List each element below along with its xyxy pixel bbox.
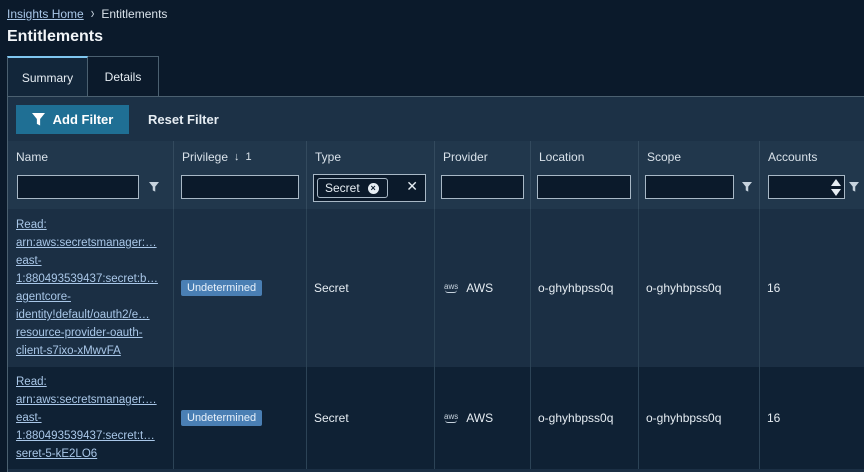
location-value: o-ghyhbpss0q [538,411,614,425]
breadcrumb: Insights Home › Entitlements [7,5,168,23]
chevron-right-icon: › [90,5,95,23]
privilege-badge: Undetermined [181,410,263,426]
tab-summary[interactable]: Summary [7,56,88,97]
funnel-icon[interactable] [742,182,752,192]
circle-x-icon[interactable]: × [367,182,379,194]
provider-filter-input[interactable] [441,175,524,199]
breadcrumb-current: Entitlements [101,7,168,21]
privilege-filter-input[interactable] [181,175,299,199]
provider-value: AWS [466,281,494,295]
privilege-badge: Undetermined [181,280,263,296]
tab-details[interactable]: Details [88,56,159,97]
entitlements-panel: Add Filter Reset Filter Name Privilege ↓… [7,96,864,472]
table-row: Read: arn:aws:secretsmanager:… east- 1:8… [8,367,864,469]
add-filter-button[interactable]: Add Filter [16,105,129,134]
column-accounts: Accounts [760,141,864,209]
provider-value: AWS [466,411,494,425]
accounts-filter-stepper[interactable] [768,175,845,199]
breadcrumb-home-link[interactable]: Insights Home [7,7,84,21]
column-location-label: Location [539,150,585,164]
scope-filter-input[interactable] [645,175,734,199]
location-value: o-ghyhbpss0q [538,281,614,295]
page-title: Entitlements [7,28,104,45]
scope-value: o-ghyhbpss0q [646,281,722,295]
column-provider: Provider [435,141,531,209]
sort-order: 1 [245,151,252,163]
type-filter-input[interactable]: Secret × ✕ [313,174,426,202]
arrow-down-icon: ↓ [234,151,240,163]
column-privilege[interactable]: Privilege ↓ 1 [174,141,307,209]
aws-logo-icon: aws [444,412,459,423]
column-provider-label: Provider [443,150,488,164]
accounts-value: 16 [767,281,781,295]
column-privilege-label: Privilege [182,150,229,164]
location-filter-input[interactable] [537,175,631,199]
scope-value: o-ghyhbpss0q [646,411,722,425]
column-type-label: Type [315,150,342,164]
table-row: Read: arn:aws:secretsmanager:… east- 1:8… [8,209,864,367]
entitlement-name-link[interactable]: Read: arn:aws:secretsmanager:… east- 1:8… [8,373,166,463]
filter-toolbar: Add Filter Reset Filter [8,97,864,141]
add-filter-label: Add Filter [52,112,114,127]
chip-label: Secret [325,181,360,195]
close-icon[interactable]: ✕ [406,178,418,195]
funnel-icon [31,113,45,126]
decrement-icon[interactable] [831,189,841,196]
column-scope-label: Scope [647,150,682,164]
reset-filter-button[interactable]: Reset Filter [148,105,219,134]
column-name: Name [8,141,174,209]
type-value: Secret [314,411,349,425]
entitlement-name-link[interactable]: Read: arn:aws:secretsmanager:… east- 1:8… [8,216,166,360]
tab-bar: Summary Details [7,56,159,97]
aws-logo-icon: aws [444,282,459,293]
funnel-icon[interactable] [149,182,159,192]
column-name-label: Name [16,150,49,164]
name-filter-input[interactable] [17,175,139,199]
column-scope: Scope [639,141,760,209]
table-header: Name Privilege ↓ 1 Type Secret × ✕ Provi… [8,141,864,209]
filter-chip-secret[interactable]: Secret × [317,178,388,198]
column-location: Location [531,141,639,209]
type-value: Secret [314,281,349,295]
funnel-icon[interactable] [849,182,859,192]
increment-icon[interactable] [831,179,841,186]
column-accounts-label: Accounts [768,150,818,164]
column-type: Type Secret × ✕ [307,141,435,209]
accounts-value: 16 [767,411,781,425]
